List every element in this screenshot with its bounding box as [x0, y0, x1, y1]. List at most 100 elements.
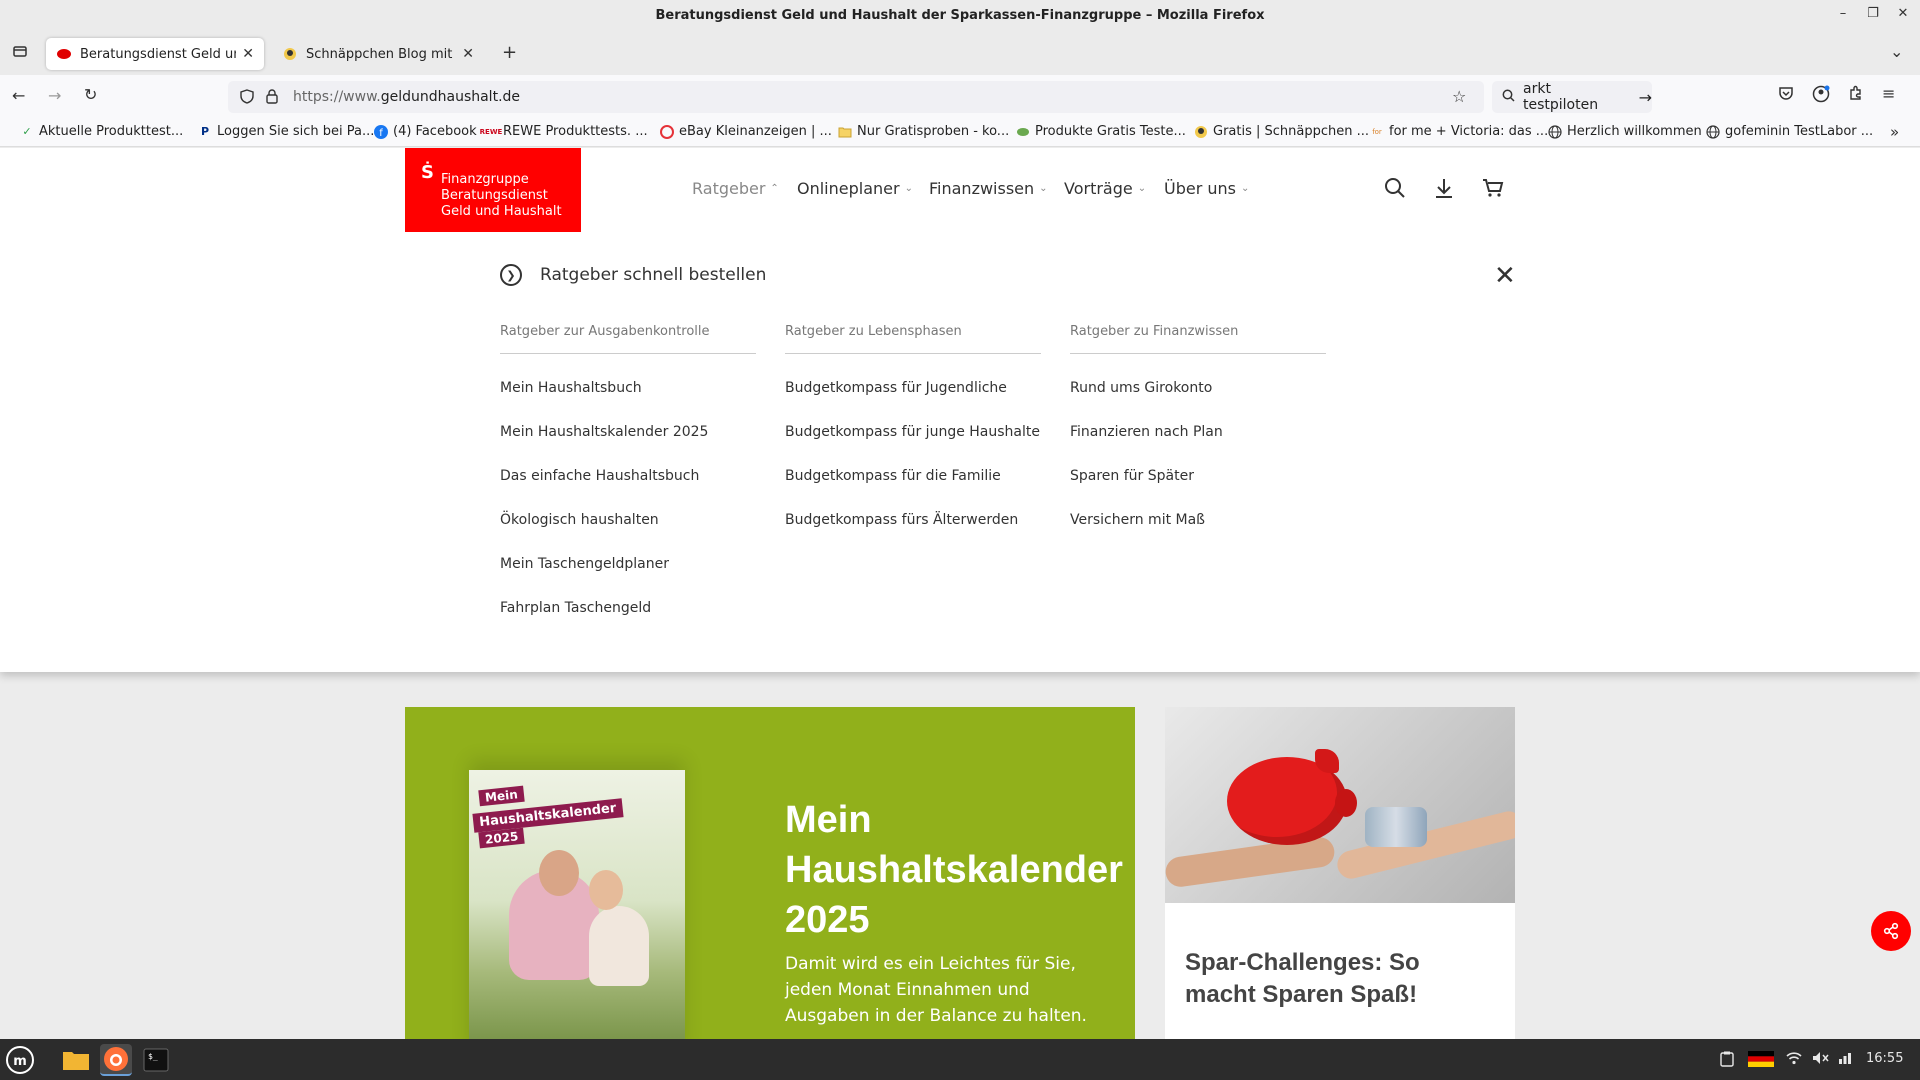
menu-link[interactable]: Budgetkompass für die Familie: [785, 468, 1041, 490]
menu-link[interactable]: Fahrplan Taschengeld: [500, 600, 756, 622]
bookmark-item[interactable]: Produkte Gratis Teste...: [1016, 124, 1186, 139]
menu-column-lebensphasen: Ratgeber zu Lebensphasen Budgetkompass f…: [785, 324, 1041, 534]
globe-icon: [1548, 124, 1562, 139]
network-icon[interactable]: [1838, 1051, 1852, 1069]
mint-menu-icon[interactable]: m: [4, 1044, 36, 1076]
menu-column-ausgabenkontrolle: Ratgeber zur Ausgabenkontrolle Mein Haus…: [500, 324, 756, 622]
tab-schnaeppchen-blog[interactable]: Schnäppchen Blog mit Doktor ✕: [272, 38, 484, 70]
site-logo[interactable]: Ṡ Finanzgruppe Beratungsdienst Geld und …: [405, 148, 581, 232]
menu-link[interactable]: Mein Taschengeldplaner: [500, 556, 756, 578]
bookmark-item[interactable]: Herzlich willkommen: [1548, 124, 1702, 139]
window-title: Beratungsdienst Geld und Haushalt der Sp…: [655, 8, 1265, 23]
svg-text:m: m: [13, 1054, 27, 1069]
bookmark-star-icon[interactable]: ☆: [1452, 87, 1466, 106]
url-text[interactable]: https://www.geldundhaushalt.de: [293, 89, 520, 105]
nav-ratgeber[interactable]: Ratgeber ⌃: [692, 179, 779, 198]
menu-link[interactable]: Rund ums Girokonto: [1070, 380, 1326, 402]
search-bar[interactable]: arkt testpiloten →: [1492, 81, 1652, 113]
menu-link[interactable]: Sparen für Später: [1070, 468, 1326, 490]
url-bar[interactable]: https://www.geldundhaushalt.de ☆: [228, 81, 1484, 113]
tab-overview-icon[interactable]: [8, 43, 32, 63]
globe-icon: [1706, 124, 1720, 139]
tab-bar: Beratungsdienst Geld und Haushalt ✕ Schn…: [0, 33, 1920, 75]
mega-menu-title[interactable]: ❯ Ratgeber schnell bestellen: [500, 264, 766, 286]
keyboard-layout-flag-icon[interactable]: [1748, 1051, 1774, 1071]
bookmark-item[interactable]: REWE REWE Produkttests. ...: [480, 124, 648, 139]
nav-ueber-uns[interactable]: Über uns ⌄: [1164, 179, 1249, 198]
close-menu-icon[interactable]: ✕: [1494, 261, 1516, 291]
account-icon[interactable]: [1812, 85, 1830, 107]
menu-link[interactable]: Finanzieren nach Plan: [1070, 424, 1326, 446]
bookmark-item[interactable]: for for me + Victoria: das ...: [1370, 124, 1548, 139]
book-label: Mein: [478, 785, 525, 807]
child-head-illustration: [589, 870, 623, 910]
chevron-up-icon: ⌃: [770, 183, 779, 194]
menu-link[interactable]: Mein Haushaltskalender 2025: [500, 424, 756, 446]
arrow-circle-icon: ❯: [500, 264, 522, 286]
minimize-button[interactable]: –: [1832, 6, 1854, 21]
menu-link[interactable]: Budgetkompass für junge Haushalte: [785, 424, 1041, 446]
bookmark-item[interactable]: P Loggen Sie sich bei Pa...: [198, 124, 374, 139]
tracking-shield-icon[interactable]: [240, 89, 254, 108]
hand-illustration: [1165, 835, 1337, 889]
nav-finanzwissen[interactable]: Finanzwissen ⌄: [929, 179, 1048, 198]
search-icon: [1502, 89, 1515, 106]
tab-label: Schnäppchen Blog mit Doktor: [306, 46, 456, 62]
forme-icon: for: [1372, 127, 1382, 136]
back-icon[interactable]: ←: [12, 86, 25, 105]
search-icon[interactable]: [1380, 177, 1410, 205]
article-card[interactable]: Spar-Challenges: So macht Sparen Spaß!: [1165, 707, 1515, 1039]
bookmark-item[interactable]: gofeminin TestLabor ...: [1706, 124, 1873, 139]
reload-icon[interactable]: ↻: [84, 85, 97, 104]
share-button[interactable]: [1871, 911, 1911, 951]
hero-teaser[interactable]: Mein Haushaltskalender 2025 Mein Haushal…: [405, 707, 1135, 1039]
bookmark-item[interactable]: eBay Kleinanzeigen | ...: [660, 124, 832, 139]
tab-close-icon[interactable]: ✕: [242, 46, 254, 62]
bookmark-item[interactable]: ✓ Aktuelle Produkttest...: [20, 124, 183, 139]
page-viewport: Ṡ Finanzgruppe Beratungsdienst Geld und …: [0, 148, 1920, 1039]
close-window-button[interactable]: ✕: [1892, 6, 1914, 21]
bookmark-item[interactable]: Nur Gratisproben - ko...: [838, 124, 1009, 139]
clock[interactable]: 16:55: [1866, 1051, 1903, 1066]
search-go-icon[interactable]: →: [1639, 88, 1652, 107]
tab-close-icon[interactable]: ✕: [462, 46, 474, 62]
new-tab-icon[interactable]: +: [502, 42, 517, 63]
tab-geldundhaushalt[interactable]: Beratungsdienst Geld und Haushalt ✕: [46, 38, 264, 70]
menu-link[interactable]: Budgetkompass für Jugendliche: [785, 380, 1041, 402]
search-text[interactable]: arkt testpiloten: [1523, 81, 1629, 113]
wifi-icon[interactable]: [1786, 1051, 1802, 1069]
menu-link[interactable]: Das einfache Haushaltsbuch: [500, 468, 756, 490]
forward-icon[interactable]: →: [48, 86, 61, 105]
bookmark-item[interactable]: Gratis | Schnäppchen ...: [1194, 124, 1369, 139]
menu-column-finanzwissen: Ratgeber zu Finanzwissen Rund ums Giroko…: [1070, 324, 1326, 534]
site-header: Ṡ Finanzgruppe Beratungsdienst Geld und …: [0, 148, 1920, 672]
menu-link[interactable]: Mein Haushaltsbuch: [500, 380, 756, 402]
maximize-button[interactable]: ❐: [1862, 6, 1884, 21]
terminal-icon[interactable]: $_: [140, 1044, 172, 1076]
bookmarks-toolbar: ✓ Aktuelle Produkttest... P Loggen Sie sic…: [0, 119, 1920, 147]
app-menu-icon[interactable]: ≡: [1882, 84, 1895, 103]
extensions-icon[interactable]: [1848, 85, 1864, 105]
nav-vortraege[interactable]: Vorträge ⌄: [1064, 179, 1146, 198]
volume-muted-icon[interactable]: [1812, 1051, 1830, 1069]
menu-link[interactable]: Versichern mit Maß: [1070, 512, 1326, 534]
pocket-icon[interactable]: [1778, 86, 1794, 105]
menu-link[interactable]: Budgetkompass fürs Älterwerden: [785, 512, 1041, 534]
cart-icon[interactable]: [1478, 177, 1508, 205]
column-heading: Ratgeber zu Finanzwissen: [1070, 324, 1326, 354]
clipboard-icon[interactable]: [1720, 1051, 1734, 1071]
more-bookmarks-chevron-icon[interactable]: »: [1890, 123, 1899, 141]
nav-onlineplaner[interactable]: Onlineplaner ⌄: [797, 179, 913, 198]
facebook-icon: f: [374, 124, 388, 139]
list-all-tabs-icon[interactable]: ⌄: [1890, 42, 1903, 61]
menu-link[interactable]: Ökologisch haushalten: [500, 512, 756, 534]
sparkasse-favicon-icon: [56, 46, 72, 62]
piggy-bank-image: [1165, 707, 1515, 903]
firefox-taskbar-icon[interactable]: [100, 1044, 132, 1076]
sparkasse-s-icon: Ṡ: [421, 162, 434, 183]
bookmark-item[interactable]: f (4) Facebook: [374, 124, 477, 139]
files-icon[interactable]: [60, 1044, 92, 1076]
lock-icon[interactable]: [266, 89, 278, 108]
download-icon[interactable]: [1429, 177, 1459, 205]
logo-text: Finanzgruppe Beratungsdienst Geld und Ha…: [441, 172, 562, 219]
